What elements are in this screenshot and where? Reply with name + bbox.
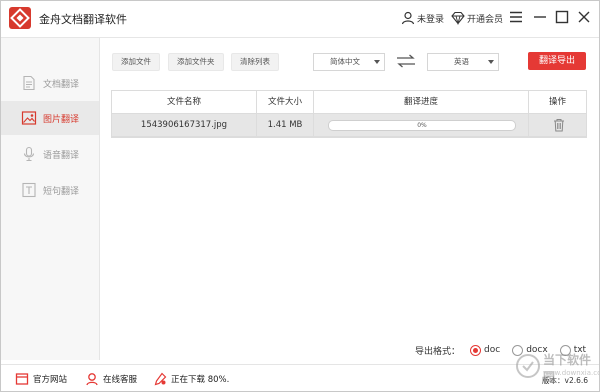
text-icon <box>22 182 36 198</box>
microphone-icon <box>23 146 35 162</box>
title-bar: 金舟文档翻译软件 未登录 开通会员 <box>1 1 599 38</box>
swap-icon[interactable] <box>395 53 417 69</box>
menu-button[interactable] <box>507 8 525 26</box>
vip-label: 开通会员 <box>467 14 504 25</box>
trash-icon[interactable] <box>553 118 565 132</box>
website-link[interactable]: 官方网站 <box>15 372 67 386</box>
watermark-url: www.downxia.com <box>543 369 599 377</box>
table-header: 文件名称 文件大小 翻译进度 操作 <box>112 91 586 114</box>
format-option-doc[interactable]: doc <box>470 344 501 356</box>
source-language-value: 简体中文 <box>330 57 360 66</box>
image-icon <box>21 111 37 125</box>
chevron-down-icon <box>374 60 380 64</box>
watermark-logo-icon <box>516 354 540 378</box>
sidebar-item-label: 文档翻译 <box>43 80 80 90</box>
sidebar-item-sentence[interactable]: 短句翻译 <box>1 173 99 207</box>
maximize-icon <box>555 10 569 24</box>
support-label: 在线客服 <box>103 375 138 385</box>
minimize-icon <box>534 16 546 18</box>
table-row[interactable]: 1543906167317.jpg 1.41 MB 0% <box>112 114 586 137</box>
download-label: 正在下载 80%. <box>171 375 230 385</box>
header-actions: 操作 <box>548 97 566 107</box>
sidebar-item-image[interactable]: 图片翻译 <box>1 101 99 135</box>
maximize-button[interactable] <box>553 8 571 26</box>
download-icon <box>154 372 167 386</box>
vip-button[interactable]: 开通会员 <box>451 9 503 27</box>
sidebar-item-label: 图片翻译 <box>43 115 80 125</box>
file-table: 文件名称 文件大小 翻译进度 操作 1543906167317.jpg 1.41… <box>111 90 587 138</box>
support-icon <box>86 373 98 386</box>
minimize-button[interactable] <box>531 8 549 26</box>
login-label: 未登录 <box>417 14 445 25</box>
website-label: 官方网站 <box>33 375 68 385</box>
sidebar-item-label: 语音翻译 <box>43 151 80 161</box>
progress-text: 0% <box>417 122 427 129</box>
diamond-icon <box>451 11 465 25</box>
watermark-title: 当下软件园 <box>543 353 592 384</box>
header-progress: 翻译进度 <box>403 97 438 107</box>
hamburger-icon <box>510 11 522 23</box>
header-file-size: 文件大小 <box>267 97 302 107</box>
status-bar: 官方网站 在线客服 正在下载 80%. 版本：v2.6.6 <box>1 364 599 391</box>
app-window: 金舟文档翻译软件 未登录 开通会员 文档翻译 图片翻译 语音翻译 短句翻译 添加… <box>0 0 600 392</box>
sidebar-item-document[interactable]: 文档翻译 <box>1 66 99 100</box>
app-title: 金舟文档翻译软件 <box>39 13 127 26</box>
sidebar: 文档翻译 图片翻译 语音翻译 短句翻译 <box>1 38 100 360</box>
home-icon <box>15 373 29 385</box>
sidebar-item-label: 短句翻译 <box>43 187 80 197</box>
progress-bar: 0% <box>328 120 516 131</box>
close-button[interactable] <box>575 8 593 26</box>
add-folder-button[interactable]: 添加文件夹 <box>168 53 224 71</box>
file-name-cell: 1543906167317.jpg <box>140 120 228 130</box>
export-format-label: 导出格式： <box>415 346 461 357</box>
user-icon <box>401 11 415 25</box>
sidebar-item-voice[interactable]: 语音翻译 <box>1 137 99 171</box>
login-button[interactable]: 未登录 <box>401 9 444 27</box>
download-status: 正在下载 80%. <box>153 372 229 386</box>
translate-export-button[interactable]: 翻译导出 <box>528 52 586 70</box>
target-language-value: 英语 <box>454 57 469 66</box>
header-file-name: 文件名称 <box>166 97 201 107</box>
target-language-select[interactable]: 英语 <box>427 53 499 71</box>
document-icon <box>23 75 35 91</box>
support-link[interactable]: 在线客服 <box>85 372 137 386</box>
clear-list-button[interactable]: 清除列表 <box>231 53 279 71</box>
chevron-down-icon <box>488 60 494 64</box>
source-language-select[interactable]: 简体中文 <box>313 53 385 71</box>
format-label: doc <box>484 345 501 355</box>
close-icon <box>578 11 590 23</box>
radio-icon <box>470 344 482 356</box>
add-file-button[interactable]: 添加文件 <box>112 53 160 71</box>
file-size-cell: 1.41 MB <box>267 120 303 130</box>
watermark: 当下软件园 www.downxia.com <box>513 347 599 391</box>
app-logo <box>9 7 31 29</box>
